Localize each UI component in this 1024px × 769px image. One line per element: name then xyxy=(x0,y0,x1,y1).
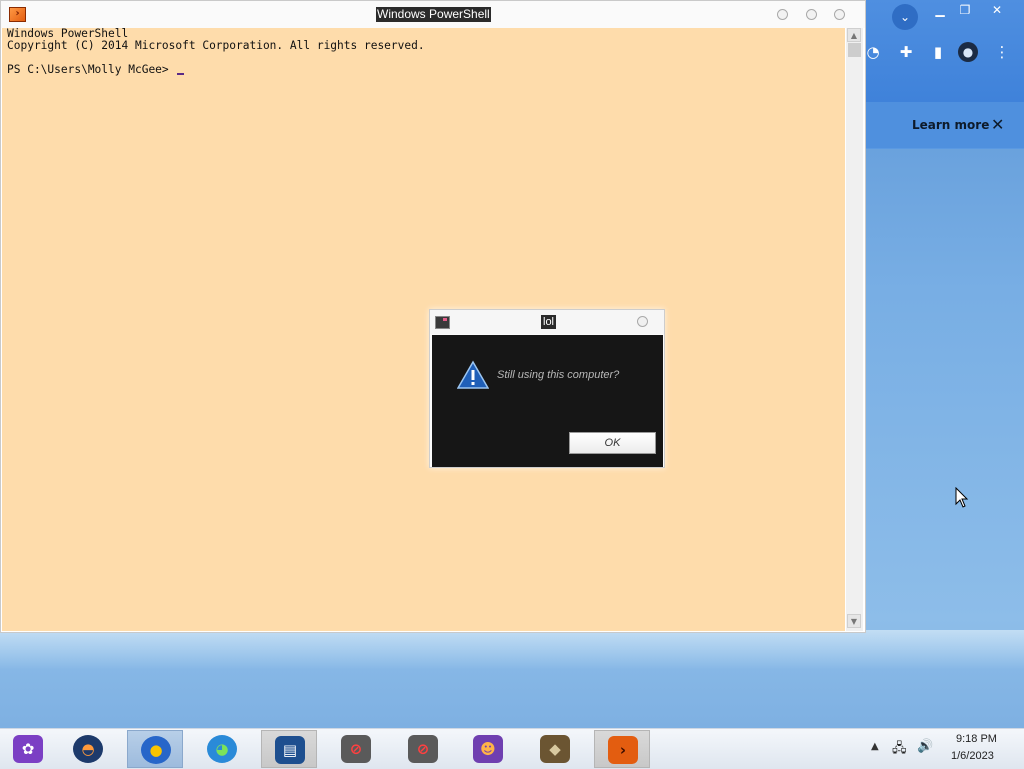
dialog-titlebar[interactable]: lol xyxy=(430,310,664,334)
extensions-icon[interactable]: ✚ xyxy=(896,42,916,62)
scroll-up-icon[interactable]: ▲ xyxy=(847,28,861,42)
mouse-pointer-icon xyxy=(955,487,969,508)
taskbar-app-files[interactable]: ▤ xyxy=(261,730,317,768)
close-button[interactable] xyxy=(834,9,845,20)
desktop-glow xyxy=(0,630,1024,670)
message-dialog: lol Still using this computer? OK xyxy=(429,309,665,468)
dialog-body: Still using this computer? OK xyxy=(432,335,663,467)
clock-date[interactable]: 1/6/2023 xyxy=(951,750,994,762)
taskbar-app-flower[interactable]: ✿ xyxy=(0,730,56,768)
powershell-titlebar[interactable]: › Windows PowerShell xyxy=(1,1,865,28)
taskbar-app-diamond[interactable]: ◆ xyxy=(527,730,583,768)
ok-button[interactable]: OK xyxy=(569,432,656,454)
diamond-app-icon: ◆ xyxy=(540,735,570,763)
sidebar-icon[interactable]: ▮ xyxy=(928,42,948,62)
refresh-icon[interactable]: ◔ xyxy=(866,42,880,62)
console-line: Copyright (C) 2014 Microsoft Corporation… xyxy=(7,39,425,52)
browser-app-icon: ● xyxy=(141,736,171,764)
window-close-icon[interactable]: ✕ xyxy=(986,2,1008,18)
warning-icon xyxy=(457,360,489,389)
prompt-text: PS C:\Users\Molly McGee> xyxy=(7,63,176,76)
installer-app-icon: ⊘ xyxy=(408,735,438,763)
powershell-title: Windows PowerShell xyxy=(376,7,491,22)
flower-app-icon: ✿ xyxy=(13,735,43,763)
minimize-icon[interactable]: ▁ xyxy=(929,2,951,18)
restore-icon[interactable]: ❐ xyxy=(954,2,976,18)
taskbar-app-sunset[interactable]: ◓ xyxy=(60,730,116,768)
close-icon[interactable]: ✕ xyxy=(991,115,1004,134)
scroll-down-icon[interactable]: ▼ xyxy=(847,614,861,628)
learn-more-link[interactable]: Learn more xyxy=(912,118,989,132)
firefox-app-icon: ◕ xyxy=(207,735,237,763)
maximize-button[interactable] xyxy=(806,9,817,20)
text-cursor xyxy=(177,73,185,75)
dialog-message: Still using this computer? xyxy=(497,369,620,381)
chevron-down-icon[interactable]: ⌄ xyxy=(892,4,918,30)
files-app-icon: ▤ xyxy=(275,736,305,764)
people-app-icon: ☻ xyxy=(473,735,503,763)
clock-time[interactable]: 9:18 PM xyxy=(956,733,997,745)
scrollbar[interactable]: ▲ ▼ xyxy=(846,28,863,631)
scrollbar-thumb[interactable] xyxy=(848,43,861,57)
taskbar-app-firefox[interactable]: ◕ xyxy=(194,730,250,768)
minimize-button[interactable] xyxy=(777,9,788,20)
taskbar-app-powershell[interactable]: › xyxy=(594,730,650,768)
app-icon xyxy=(435,316,450,329)
installer-app-icon: ⊘ xyxy=(341,735,371,763)
console-area[interactable]: Windows PowerShell Copyright (C) 2014 Mi… xyxy=(2,28,845,631)
taskbar-app-browser[interactable]: ● xyxy=(127,730,183,768)
volume-icon[interactable]: 🔊 xyxy=(917,739,933,754)
taskbar-app-people[interactable]: ☻ xyxy=(460,730,516,768)
taskbar-app-installer-2[interactable]: ⊘ xyxy=(395,730,451,768)
dialog-close-button[interactable] xyxy=(637,316,648,327)
more-icon[interactable]: ⋮ xyxy=(992,42,1012,62)
console-prompt: PS C:\Users\Molly McGee> xyxy=(7,63,185,76)
profile-icon[interactable]: ● xyxy=(958,42,978,62)
tray-expand-icon[interactable]: ▲ xyxy=(871,741,879,752)
powershell-app-icon: › xyxy=(608,736,638,764)
taskbar-app-installer-1[interactable]: ⊘ xyxy=(328,730,384,768)
sunset-app-icon: ◓ xyxy=(73,735,103,763)
network-icon[interactable]: 🖧 xyxy=(892,739,907,761)
dialog-title: lol xyxy=(541,315,557,329)
powershell-icon: › xyxy=(9,7,26,22)
